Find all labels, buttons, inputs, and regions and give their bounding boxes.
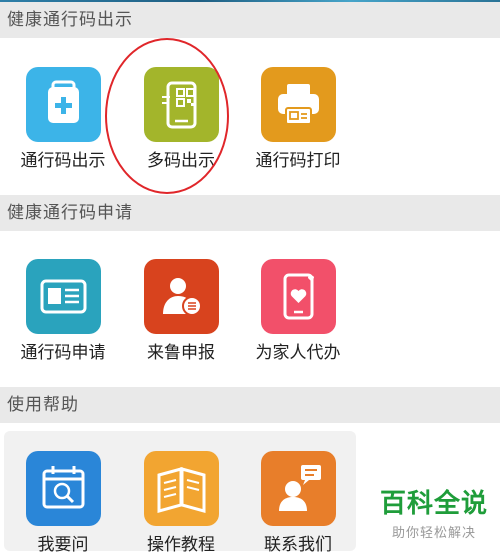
section-header-show: 健康通行码出示 [0,2,500,38]
tile-family-proxy[interactable]: 为家人代办 [243,259,353,363]
tile-label: 我要问 [37,535,89,555]
book-icon [143,451,219,526]
tile-label: 操作教程 [147,535,215,555]
tile-shandong-report[interactable]: 来鲁申报 [126,259,236,363]
watermark-slogan: 助你轻松解决 [391,526,476,541]
highlight-circle-annotation [105,38,229,194]
tile-label: 通行码申请 [20,343,106,363]
watermark: 百科全说 助你轻松解决 [374,483,494,541]
printer-icon [260,67,336,142]
id-card-plus-icon [25,67,101,142]
tile-label: 通行码出示 [20,151,106,171]
tile-label: 通行码打印 [255,151,341,171]
tile-contact-us[interactable]: 联系我们 [243,451,353,555]
calendar-search-icon [25,451,101,526]
section-header-help: 使用帮助 [0,387,500,423]
person-report-icon [143,259,219,334]
tile-label: 为家人代办 [255,343,341,363]
watermark-brand: 百科全说 [379,489,488,519]
chat-person-icon [260,451,336,526]
section-header-apply: 健康通行码申请 [0,195,500,231]
id-card-icon [25,259,101,334]
tile-ask-question[interactable]: 我要问 [8,451,118,555]
tile-tutorial[interactable]: 操作教程 [126,451,236,555]
tile-label: 联系我们 [264,535,332,555]
tile-label: 来鲁申报 [147,343,215,363]
tile-pass-code-show[interactable]: 通行码出示 [8,67,118,171]
tile-pass-code-print[interactable]: 通行码打印 [243,67,353,171]
phone-heart-icon [260,259,336,334]
tile-pass-code-apply[interactable]: 通行码申请 [8,259,118,363]
